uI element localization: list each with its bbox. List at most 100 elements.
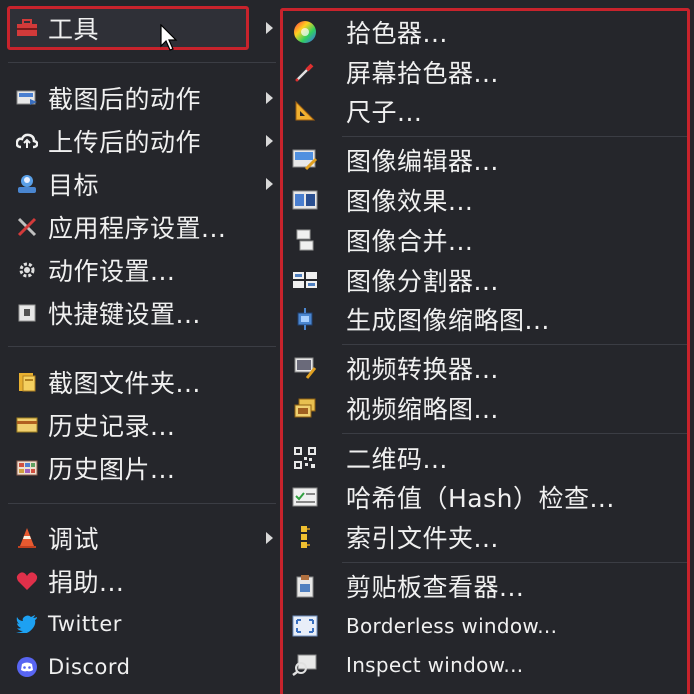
submenu-separator [342, 433, 688, 434]
video-converter-icon [292, 355, 318, 381]
menu-item-donate[interactable]: 捐助... [0, 561, 284, 601]
menu-item-label: 目标 [48, 171, 100, 200]
image-split-icon [292, 267, 318, 293]
menu-item-label: 捐助... [48, 568, 125, 597]
menu-item-destinations[interactable]: 目标 [0, 164, 284, 204]
submenu-item-label: 视频转换器... [346, 355, 499, 384]
submenu-item-clipboard-viewer[interactable]: 剪贴板查看器... [284, 566, 694, 606]
menu-separator [8, 346, 276, 347]
submenu-separator [342, 136, 688, 137]
submenu-item-inspect-window[interactable]: Inspect window... [284, 645, 694, 685]
submenu-item-color-picker[interactable]: 拾色器... [284, 12, 694, 52]
menu-item-label: 调试 [48, 525, 100, 554]
submenu-item-ruler[interactable]: 尺子... [284, 91, 694, 131]
menu-item-discord[interactable]: Discord [0, 647, 284, 687]
image-history-icon [16, 457, 38, 479]
submenu-item-label: 屏幕拾色器... [346, 59, 499, 88]
color-wheel-icon [292, 19, 318, 45]
image-effects-icon [292, 187, 318, 213]
submenu-item-image-splitter[interactable]: 图像分割器... [284, 260, 694, 300]
ruler-triangle-icon [292, 98, 318, 124]
menu-item-task-settings[interactable]: 动作设置... [0, 250, 284, 290]
main-context-menu: 工具 截图后的动作 上传后的动作 目标 应用程序设置... 动作设置... 快捷… [0, 0, 285, 694]
menu-separator [8, 62, 276, 63]
menu-item-after-capture-actions[interactable]: 截图后的动作 [0, 78, 284, 118]
submenu-separator [342, 344, 688, 345]
submenu-arrow-icon [266, 135, 273, 147]
submenu-item-image-thumbnailer[interactable]: 生成图像缩略图... [284, 299, 694, 339]
menu-item-image-history[interactable]: 历史图片... [0, 448, 284, 488]
video-thumbnail-icon [292, 395, 318, 421]
submenu-item-label: 视频缩略图... [346, 395, 499, 424]
thumbnail-icon [292, 306, 318, 332]
folder-icon [16, 371, 38, 393]
traffic-cone-icon [16, 527, 38, 549]
heart-icon [16, 570, 38, 592]
image-editor-icon [292, 147, 318, 173]
menu-item-tools[interactable]: 工具 [0, 8, 284, 48]
menu-item-twitter[interactable]: Twitter [0, 604, 284, 644]
menu-item-history[interactable]: 历史记录... [0, 405, 284, 445]
menu-item-label: Discord [48, 655, 131, 679]
toolbox-icon [16, 17, 38, 39]
borderless-window-icon [292, 613, 318, 639]
menu-item-debug[interactable]: 调试 [0, 518, 284, 558]
menu-item-label: 截图后的动作 [48, 85, 202, 114]
submenu-item-image-effects[interactable]: 图像效果... [284, 180, 694, 220]
submenu-item-index-folder[interactable]: 索引文件夹... [284, 517, 694, 557]
submenu-arrow-icon [266, 178, 273, 190]
submenu-item-label: 图像编辑器... [346, 147, 499, 176]
menu-item-screenshots-folder[interactable]: 截图文件夹... [0, 362, 284, 402]
submenu-item-label: 图像效果... [346, 187, 474, 216]
screen-action-icon [16, 87, 38, 109]
discord-icon [16, 656, 38, 678]
clipboard-icon [292, 573, 318, 599]
submenu-item-label: 二维码... [346, 445, 448, 474]
submenu-item-label: 生成图像缩略图... [346, 306, 550, 335]
menu-separator [8, 503, 276, 504]
menu-item-application-settings[interactable]: 应用程序设置... [0, 207, 284, 247]
eyedropper-icon [292, 59, 318, 85]
image-combine-icon [292, 227, 318, 253]
submenu-arrow-icon [266, 532, 273, 544]
submenu-item-label: 索引文件夹... [346, 524, 499, 553]
submenu-item-label: 尺子... [346, 98, 423, 127]
submenu-item-borderless-window[interactable]: Borderless window... [284, 606, 694, 646]
qr-code-icon [292, 445, 318, 471]
cloud-upload-icon [16, 130, 38, 152]
keyboard-icon [16, 302, 38, 324]
submenu-item-label: 哈希值（Hash）检查... [346, 484, 615, 513]
menu-item-label: 截图文件夹... [48, 369, 201, 398]
menu-item-label: 历史图片... [48, 455, 176, 484]
hash-check-icon [292, 484, 318, 510]
menu-item-label: 动作设置... [48, 257, 176, 286]
history-card-icon [16, 414, 38, 436]
submenu-item-video-converter[interactable]: 视频转换器... [284, 348, 694, 388]
submenu-item-video-thumbnailer[interactable]: 视频缩略图... [284, 388, 694, 428]
tools-submenu: 拾色器... 屏幕拾色器... 尺子... 图像编辑器... 图像效果... 图… [284, 0, 694, 694]
submenu-item-hash-check[interactable]: 哈希值（Hash）检查... [284, 477, 694, 517]
submenu-item-label: Inspect window... [346, 653, 524, 677]
menu-item-label: 快捷键设置... [48, 300, 201, 329]
menu-item-label: Twitter [48, 612, 122, 636]
submenu-separator [342, 562, 688, 563]
gear-icon [16, 259, 38, 281]
submenu-item-label: 拾色器... [346, 19, 448, 48]
menu-item-label: 应用程序设置... [48, 214, 227, 243]
menu-item-after-upload-actions[interactable]: 上传后的动作 [0, 121, 284, 161]
wrench-icon [16, 216, 38, 238]
menu-item-hotkey-settings[interactable]: 快捷键设置... [0, 293, 284, 333]
menu-item-label: 工具 [48, 15, 100, 44]
submenu-arrow-icon [266, 22, 273, 34]
submenu-item-screen-color-picker[interactable]: 屏幕拾色器... [284, 52, 694, 92]
submenu-item-label: Borderless window... [346, 614, 558, 638]
submenu-item-label: 剪贴板查看器... [346, 573, 525, 602]
menu-item-label: 历史记录... [48, 412, 176, 441]
index-folder-icon [292, 524, 318, 550]
submenu-item-image-combiner[interactable]: 图像合并... [284, 220, 694, 260]
submenu-item-image-editor[interactable]: 图像编辑器... [284, 140, 694, 180]
inspect-window-icon [292, 652, 318, 678]
menu-item-label: 上传后的动作 [48, 128, 202, 157]
submenu-item-qr-code[interactable]: 二维码... [284, 438, 694, 478]
mouse-cursor-icon [160, 23, 182, 56]
